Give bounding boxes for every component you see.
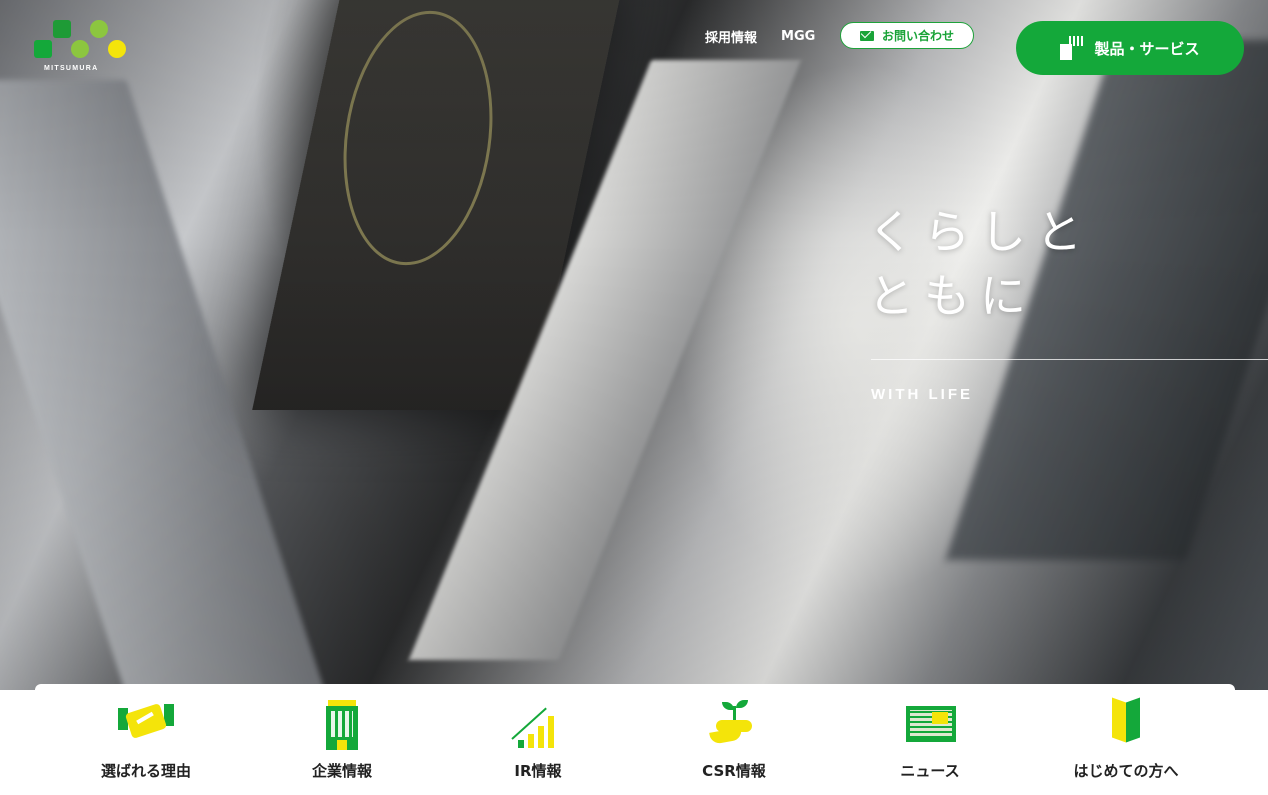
hero-subtitle: WITH LIFE <box>871 386 973 403</box>
menu-item-news[interactable]: ニュース <box>832 696 1028 791</box>
bottom-menu: 選ばれる理由 企業情報 IR情報 CSR情報 ニュース はじめての方へ <box>48 696 1224 791</box>
hero-tagline: くらしと ともに <box>868 200 1092 328</box>
menu-label-company: 企業情報 <box>311 762 372 780</box>
nav-recruit[interactable]: 採用情報 <box>705 27 757 46</box>
sprout-hand-icon <box>704 698 764 748</box>
nav-mgg[interactable]: MGG <box>781 29 815 44</box>
contact-button-label: お問い合わせ <box>881 29 954 43</box>
logo-wordmark: MITSUMURA <box>44 65 99 72</box>
menu-item-company[interactable]: 企業情報 <box>244 696 440 791</box>
top-nav: 採用情報 MGG <box>705 24 839 48</box>
contact-button[interactable]: お問い合わせ <box>840 22 974 49</box>
product-machine-icon <box>1060 36 1085 60</box>
menu-label-beginners: はじめての方へ <box>1073 762 1179 780</box>
products-services-button[interactable]: 製品・サービス <box>1016 21 1244 75</box>
beginner-mark-icon <box>1096 697 1156 748</box>
logo-square-1 <box>34 40 52 58</box>
menu-label-news: ニュース <box>900 762 960 780</box>
growth-chart-icon <box>508 698 568 748</box>
logo-square-2 <box>53 20 71 38</box>
menu-item-beginners[interactable]: はじめての方へ <box>1028 696 1224 791</box>
menu-label-ir: IR情報 <box>514 762 562 780</box>
menu-label-csr: CSR情報 <box>702 762 766 780</box>
newspaper-icon <box>900 698 960 748</box>
menu-item-reasons[interactable]: 選ばれる理由 <box>48 696 244 791</box>
hero-background <box>0 0 1268 795</box>
menu-item-csr[interactable]: CSR情報 <box>636 696 832 791</box>
logo-circle-2 <box>90 20 108 38</box>
tagline-line-1: くらしと <box>868 205 1092 259</box>
products-button-label: 製品・サービス <box>1094 39 1200 58</box>
handshake-icon <box>116 698 176 748</box>
mitsumura-logo[interactable]: MITSUMURA <box>34 20 130 76</box>
tagline-divider <box>871 359 1268 360</box>
mail-icon <box>859 30 874 41</box>
menu-item-ir[interactable]: IR情報 <box>440 696 636 791</box>
logo-circle-1 <box>71 40 89 58</box>
tagline-line-2: ともに <box>868 269 1036 323</box>
logo-circle-3 <box>108 40 126 58</box>
building-icon <box>312 698 372 750</box>
menu-label-reasons: 選ばれる理由 <box>100 762 191 780</box>
